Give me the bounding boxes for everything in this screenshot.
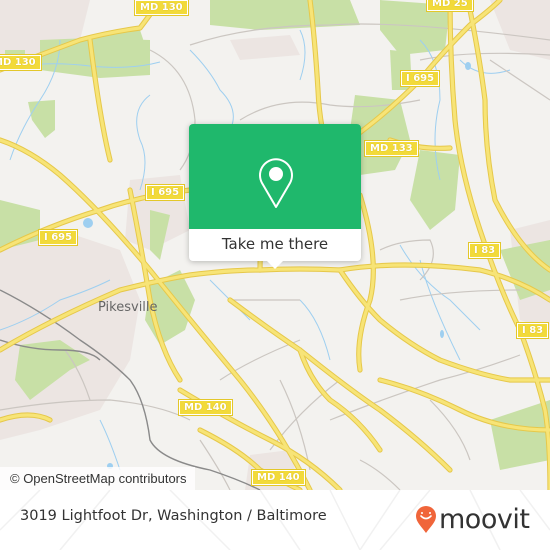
road-shield-i695: I 695 (37, 229, 79, 246)
place-label-pikesville: Pikesville (98, 300, 158, 315)
road-shield-i695: I 695 (399, 70, 441, 87)
road-shield-i83: I 83 (515, 322, 550, 339)
take-me-there-button[interactable]: Take me there (189, 229, 361, 261)
road-shield-md130: MD 130 (0, 54, 42, 71)
road-shield-md25: MD 25 (426, 0, 474, 12)
address-text: 3019 Lightfoot Dr, Washington / Baltimor… (20, 508, 327, 524)
brand-name: moovit (439, 504, 530, 535)
popup-header (189, 124, 361, 229)
road-shield-i83: I 83 (467, 242, 502, 259)
map-view[interactable]: Pikesville MD 130 MD 130 MD 25 I 695 MD … (0, 0, 550, 490)
location-popup: Take me there (189, 124, 361, 269)
location-pin-icon (259, 158, 293, 208)
moovit-logo[interactable]: moovit (415, 504, 530, 535)
moovit-pin-icon (416, 506, 436, 533)
road-shield-i695: I 695 (144, 184, 186, 201)
popup-pointer (266, 260, 284, 269)
road-shield-md130: MD 130 (134, 0, 189, 16)
road-shield-md140: MD 140 (178, 399, 233, 416)
map-attribution[interactable]: © OpenStreetMap contributors (0, 467, 195, 490)
road-shield-md133: MD 133 (364, 140, 419, 157)
footer-bar: 3019 Lightfoot Dr, Washington / Baltimor… (0, 490, 550, 550)
road-shield-md140: MD 140 (251, 469, 306, 486)
